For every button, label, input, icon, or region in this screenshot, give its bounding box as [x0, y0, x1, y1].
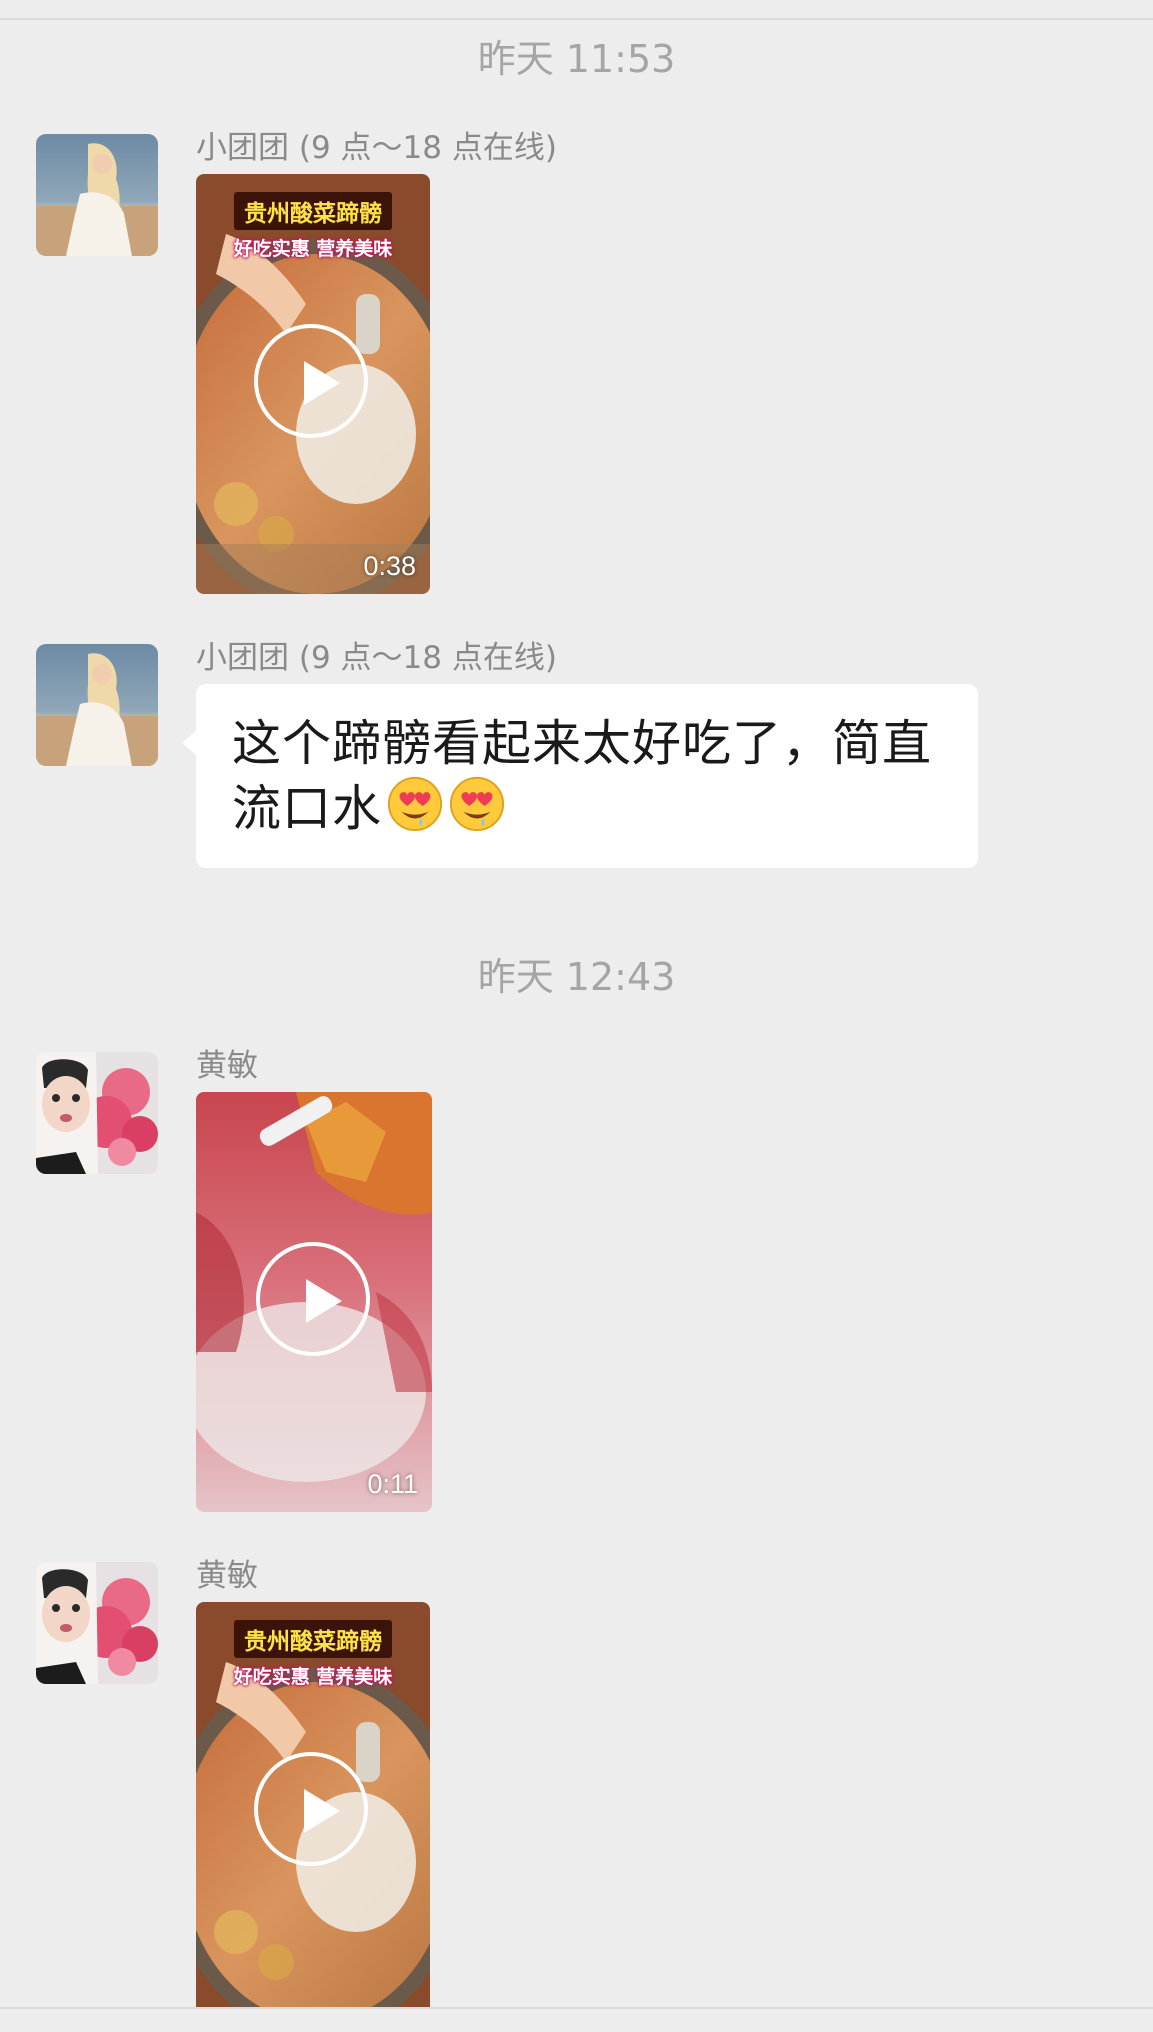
sender-name: 黄敏: [196, 1048, 258, 1084]
bottom-divider: [0, 2007, 1153, 2009]
avatar[interactable]: [36, 1562, 158, 1684]
message-line-2: 流口水: [232, 780, 383, 837]
sender-name: 黄敏: [196, 1558, 258, 1594]
sender-name: 小团团 (9 点～18 点在线): [196, 130, 557, 166]
play-icon[interactable]: [254, 324, 368, 438]
banner-title: 贵州酸菜蹄髈: [234, 192, 392, 230]
video-message[interactable]: 贵州酸菜蹄髈 好吃实惠 营养美味: [196, 1602, 430, 2007]
chat-window[interactable]: 昨天 11:53 小团团 (9 点～18 点在线) 贵州酸菜蹄髈 好吃实惠 营养…: [0, 0, 1153, 2032]
heart-eyes-drool-emoji: [449, 776, 505, 832]
avatar[interactable]: [36, 1052, 158, 1174]
avatar[interactable]: [36, 644, 158, 766]
banner-title: 贵州酸菜蹄髈: [234, 1620, 392, 1658]
timestamp: 昨天 11:53: [477, 37, 676, 81]
message-text: 这个蹄髈看起来太好吃了，简直 流口水: [232, 712, 948, 840]
avatar[interactable]: [36, 134, 158, 256]
play-icon[interactable]: [254, 1752, 368, 1866]
play-icon[interactable]: [256, 1242, 370, 1356]
sender-name: 小团团 (9 点～18 点在线): [196, 640, 557, 676]
video-duration: 0:38: [363, 551, 416, 581]
banner-subtitle: 好吃实惠 营养美味: [233, 238, 393, 260]
message-line-1: 这个蹄髈看起来太好吃了，简直: [232, 715, 933, 772]
video-message[interactable]: 贵州酸菜蹄髈 好吃实惠 营养美味 0:38: [196, 174, 430, 594]
text-message-bubble[interactable]: 这个蹄髈看起来太好吃了，简直 流口水: [182, 684, 978, 868]
timestamp: 昨天 12:43: [477, 955, 676, 999]
video-message[interactable]: 0:11: [196, 1092, 432, 1512]
banner-subtitle: 好吃实惠 营养美味: [233, 1666, 393, 1688]
heart-eyes-drool-emoji: [387, 776, 443, 832]
video-banner: 贵州酸菜蹄髈 好吃实惠 营养美味: [196, 192, 430, 261]
video-duration: 0:11: [367, 1469, 418, 1499]
video-banner: 贵州酸菜蹄髈 好吃实惠 营养美味: [196, 1620, 430, 1689]
top-divider: [0, 18, 1153, 20]
